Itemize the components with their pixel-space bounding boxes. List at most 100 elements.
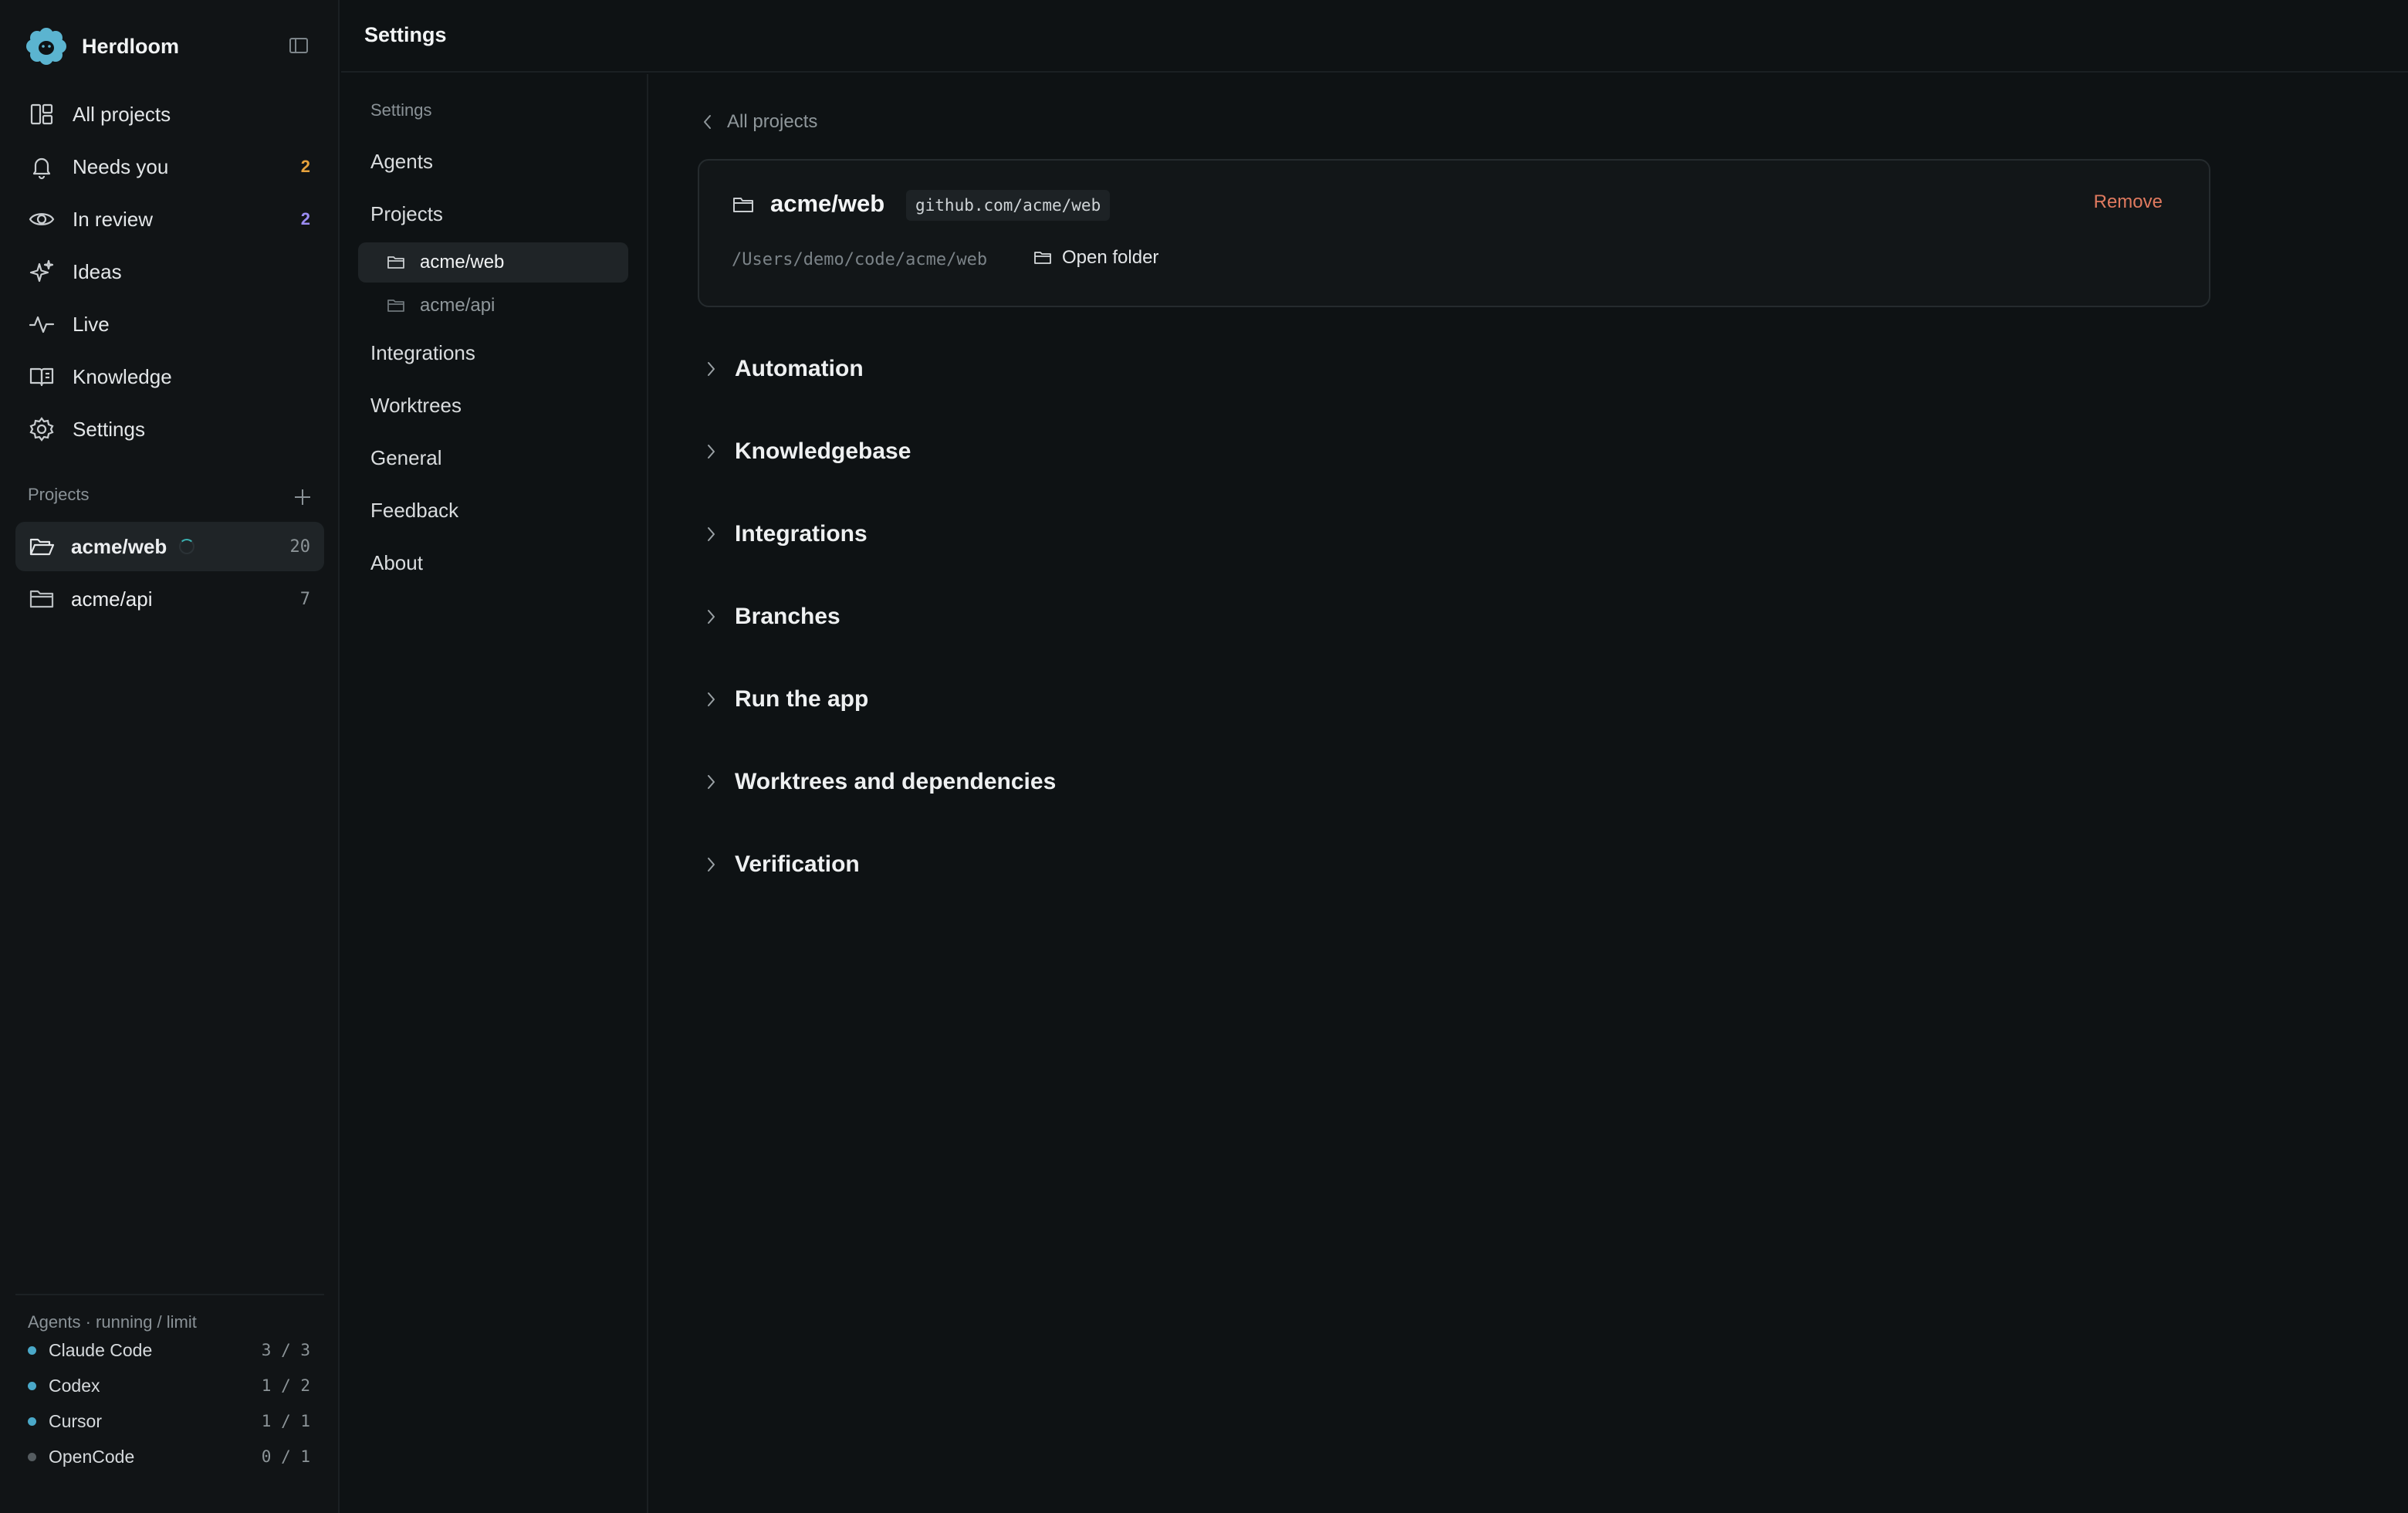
chevron-right-icon [708,362,715,376]
project-name: acme/web [71,534,167,558]
chevron-left-icon [704,115,711,129]
sidebar-toggle-icon[interactable] [287,34,310,57]
agent-row-claude-code[interactable]: Claude Code 3 / 3 [15,1332,324,1368]
section-branches[interactable]: Branches [698,594,2210,640]
section-knowledgebase[interactable]: Knowledgebase [698,428,2210,475]
section-label: Worktrees and dependencies [735,769,1057,794]
app-name: Herdloom [82,34,180,58]
top-bar: Settings [341,0,2408,73]
sheep-logo-icon [26,28,66,65]
needs-you-count-badge: 2 [300,157,310,176]
chevron-right-icon [708,692,715,706]
settings-nav: Settings Agents Projects acme/web acme/a… [341,74,648,1513]
settings-nav-project-label: acme/api [420,295,495,316]
nav-item-all-projects[interactable]: All projects [15,88,324,140]
nav-item-needs-you[interactable]: Needs you 2 [15,140,324,193]
gear-icon [29,417,54,442]
section-run-the-app[interactable]: Run the app [698,676,2210,723]
settings-nav-project-acme-api[interactable]: acme/api [358,286,628,326]
section-label: Automation [735,356,864,381]
agent-row-opencode[interactable]: OpenCode 0 / 1 [15,1439,324,1474]
project-item-acme-api[interactable]: acme/api 7 [15,574,324,624]
book-icon [29,367,54,387]
bell-icon [32,157,51,180]
nav-item-live[interactable]: Live [15,298,324,350]
sparkle-icon [29,259,54,283]
project-title: acme/web [770,190,885,217]
agents-title: Agents · running / limit [28,1312,197,1332]
project-name: acme/api [71,587,153,611]
chevron-right-icon [708,858,715,872]
project-item-acme-web[interactable]: acme/web 20 [15,522,324,571]
nav-item-in-review[interactable]: In review 2 [15,193,324,245]
settings-nav-agents[interactable]: Agents [370,150,433,174]
eye-icon [29,213,55,225]
agent-status-dot [28,1417,36,1426]
settings-nav-feedback[interactable]: Feedback [370,499,458,523]
section-label: Run the app [735,686,869,712]
brand[interactable]: Herdloom [25,23,179,69]
settings-section-label: Settings [370,100,432,120]
chevron-right-icon [708,527,715,541]
nav-label: In review [73,207,154,231]
loading-spinner-icon [179,539,195,554]
page-title: Settings [364,23,447,46]
agent-status-dot [28,1381,36,1390]
projects-section-label: Projects [28,485,90,504]
section-label: Knowledgebase [735,438,911,464]
settings-nav-project-acme-web[interactable]: acme/web [358,242,628,283]
settings-nav-integrations[interactable]: Integrations [370,341,475,365]
section-label: Branches [735,604,840,629]
folder-icon [733,198,753,212]
agent-row-cursor[interactable]: Cursor 1 / 1 [15,1403,324,1439]
settings-nav-project-label: acme/web [420,252,505,272]
add-project-icon[interactable] [292,486,313,508]
nav-label: Live [73,312,110,336]
settings-nav-worktrees[interactable]: Worktrees [370,394,462,418]
projects-header: Projects [28,485,313,508]
agent-row-codex[interactable]: Codex 1 / 2 [15,1368,324,1403]
section-automation[interactable]: Automation [698,346,2210,392]
activity-icon [29,316,55,333]
agent-usage: 0 / 1 [261,1447,310,1466]
agent-name: Claude Code [49,1339,153,1360]
back-link-label: All projects [727,111,818,132]
nav-item-ideas[interactable]: Ideas [15,245,324,298]
section-integrations[interactable]: Integrations [698,511,2210,557]
open-folder-button[interactable]: Open folder [1033,247,1158,269]
remove-project-button[interactable]: Remove [2094,191,2163,213]
project-path: /Users/demo/code/acme/web [732,250,988,269]
chevron-right-icon [708,445,715,459]
settings-nav-general[interactable]: General [370,446,442,470]
nav-label: Settings [73,417,145,441]
open-folder-label: Open folder [1062,247,1159,268]
agent-name: OpenCode [49,1446,135,1467]
agent-usage: 1 / 2 [261,1376,310,1395]
project-list: acme/web 20 acme/api 7 [15,522,324,627]
agent-name: Cursor [49,1410,103,1431]
repo-badge: github.com/acme/web [906,190,1111,221]
nav-item-settings[interactable]: Settings [15,403,324,455]
app-sidebar: Herdloom All projects Needs you 2 In rev… [0,0,340,1513]
agent-status-dot [28,1345,36,1355]
folder-icon [387,256,404,269]
agents-panel: Agents · running / limit Claude Code 3 /… [15,1294,324,1474]
nav-label: Ideas [73,259,122,283]
main-content: All projects acme/web github.com/acme/we… [650,74,2408,1513]
folder-open-icon [29,538,55,556]
chevron-right-icon [708,610,715,624]
section-worktrees-and-dependencies[interactable]: Worktrees and dependencies [698,759,2210,805]
settings-nav-about[interactable]: About [370,551,423,575]
section-label: Verification [735,851,860,877]
settings-nav-projects[interactable]: Projects [370,202,443,226]
project-count: 7 [299,589,310,609]
grid-icon [30,103,53,125]
nav-item-knowledge[interactable]: Knowledge [15,350,324,403]
back-to-all-projects-link[interactable]: All projects [698,111,817,133]
agent-status-dot [28,1452,36,1461]
project-count: 20 [289,536,311,557]
agent-name: Codex [49,1375,100,1396]
in-review-count-badge: 2 [300,209,310,228]
nav-label: All projects [73,102,171,126]
section-verification[interactable]: Verification [698,841,2210,888]
